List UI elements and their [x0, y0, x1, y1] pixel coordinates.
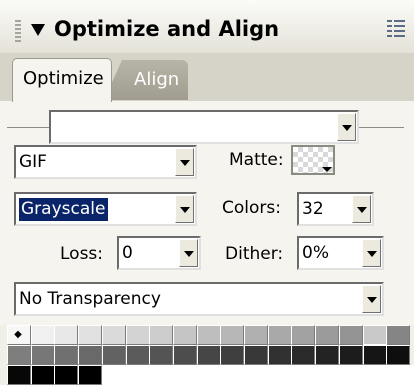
- color-swatch[interactable]: [315, 325, 340, 345]
- selected-swatch-highlight: [362, 325, 387, 345]
- color-swatch[interactable]: [54, 325, 79, 345]
- color-swatch[interactable]: [54, 365, 79, 385]
- panel-header[interactable]: Optimize and Align: [0, 0, 414, 54]
- color-swatch[interactable]: [149, 345, 174, 365]
- matte-label: Matte:: [229, 150, 284, 170]
- transparency-value: No Transparency: [19, 289, 161, 309]
- color-swatch[interactable]: [196, 325, 221, 345]
- chevron-down-icon[interactable]: [362, 285, 381, 313]
- optimize-align-panel: Optimize and Align Align Optimize GIF Ma…: [0, 0, 414, 385]
- color-swatch[interactable]: [172, 345, 197, 365]
- chevron-down-icon[interactable]: [352, 195, 371, 223]
- colors-combobox[interactable]: 32: [297, 192, 374, 226]
- chevron-down-icon[interactable]: [175, 148, 194, 176]
- divider-left: [7, 127, 49, 128]
- dither-combobox[interactable]: 0%: [297, 236, 384, 270]
- matte-color-swatch[interactable]: [291, 145, 335, 175]
- color-swatch[interactable]: [7, 345, 31, 365]
- loss-label: Loss:: [60, 244, 104, 264]
- divider-right: [359, 127, 404, 128]
- panel-menu-icon[interactable]: [387, 18, 405, 40]
- transparent-swatch-icon: ⊠: [108, 369, 117, 380]
- export-format-dropdown[interactable]: GIF: [14, 145, 197, 179]
- color-swatch[interactable]: [30, 325, 55, 345]
- collapse-triangle-icon[interactable]: [31, 24, 45, 36]
- transparency-dropdown[interactable]: No Transparency: [14, 282, 384, 316]
- saved-settings-dropdown[interactable]: [49, 110, 359, 144]
- color-table: ◆ ⊠: [7, 325, 414, 385]
- color-swatch[interactable]: [267, 345, 292, 365]
- chevron-down-icon[interactable]: [179, 239, 198, 267]
- color-swatch[interactable]: [291, 325, 316, 345]
- color-swatch[interactable]: [196, 345, 221, 365]
- color-swatch[interactable]: [54, 345, 79, 365]
- loss-combobox[interactable]: 0: [117, 236, 201, 270]
- color-swatch[interactable]: [30, 345, 55, 365]
- chevron-down-icon[interactable]: [362, 239, 381, 267]
- color-swatch[interactable]: [101, 365, 414, 385]
- palette-dropdown[interactable]: Grayscale: [14, 192, 197, 226]
- dither-value: 0%: [302, 243, 329, 263]
- palette-value: Grayscale: [19, 198, 109, 221]
- chevron-down-icon[interactable]: [175, 195, 194, 223]
- color-swatch[interactable]: [338, 345, 363, 365]
- locked-swatch-icon: ◆: [14, 329, 22, 340]
- color-swatch[interactable]: [172, 325, 197, 345]
- loss-value: 0: [122, 243, 133, 263]
- color-swatch[interactable]: [244, 345, 268, 365]
- color-swatch[interactable]: [244, 325, 268, 345]
- color-swatch[interactable]: [30, 365, 55, 385]
- color-swatch[interactable]: [386, 325, 411, 345]
- color-swatch[interactable]: [220, 325, 245, 345]
- color-swatch[interactable]: [7, 365, 31, 385]
- color-swatch[interactable]: [125, 345, 150, 365]
- color-swatch[interactable]: [101, 345, 126, 365]
- tab-optimize[interactable]: Optimize: [12, 58, 112, 102]
- color-swatch[interactable]: [78, 365, 103, 385]
- colors-value: 32: [302, 199, 324, 219]
- tab-align-label: Align: [134, 69, 180, 90]
- export-format-value: GIF: [19, 152, 47, 172]
- color-swatch[interactable]: [386, 345, 411, 365]
- drag-grip-icon[interactable]: [15, 20, 21, 42]
- color-swatch[interactable]: [101, 325, 126, 345]
- panel-title: Optimize and Align: [54, 17, 280, 41]
- chevron-down-icon[interactable]: [337, 113, 356, 141]
- color-swatch[interactable]: [338, 325, 363, 345]
- color-swatch[interactable]: [315, 345, 340, 365]
- dither-label: Dither:: [225, 244, 284, 264]
- tab-optimize-label: Optimize: [23, 68, 104, 89]
- colors-label: Colors:: [222, 198, 281, 218]
- color-swatch[interactable]: [362, 345, 387, 365]
- color-swatch[interactable]: [125, 325, 150, 345]
- color-swatch[interactable]: [149, 325, 174, 345]
- color-swatch[interactable]: [267, 325, 292, 345]
- color-swatch[interactable]: [78, 325, 103, 345]
- color-swatch[interactable]: [78, 345, 103, 365]
- color-swatch[interactable]: [291, 345, 316, 365]
- color-swatch[interactable]: [220, 345, 245, 365]
